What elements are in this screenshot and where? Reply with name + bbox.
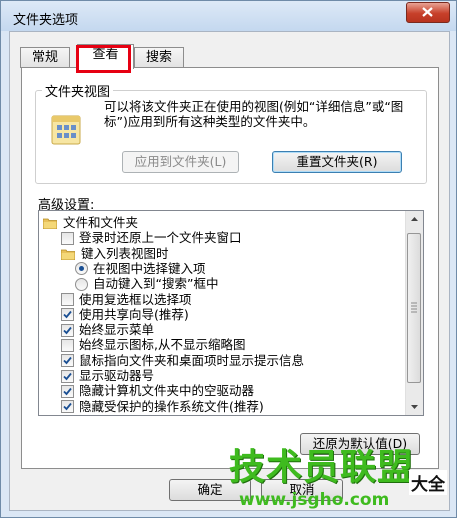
- watermark-suffix: 大全: [409, 470, 447, 495]
- apply-to-folders-button[interactable]: 应用到文件夹(L): [122, 151, 239, 173]
- radio-unselected[interactable]: [75, 277, 88, 291]
- grip-icon: [411, 302, 417, 313]
- tab-search[interactable]: 搜索: [134, 47, 184, 68]
- setting-label: 登录时还原上一个文件夹窗口: [79, 230, 242, 246]
- close-button[interactable]: [406, 2, 450, 23]
- scroll-thumb[interactable]: [407, 233, 421, 383]
- highlight-box: [76, 45, 131, 73]
- advanced-settings-list[interactable]: 文件和文件夹 登录时还原上一个文件夹窗口 键入列表视图时 在视图中选择键入项 自动键入到…: [38, 210, 424, 416]
- setting-item[interactable]: 隐藏计算机文件夹中的空驱动器: [61, 383, 254, 399]
- checkbox-checked[interactable]: [61, 323, 74, 337]
- chevron-up-icon: [411, 217, 418, 221]
- setting-label: 文件和文件夹: [63, 215, 139, 230]
- scrollbar[interactable]: [405, 211, 423, 415]
- checkbox-checked[interactable]: [61, 400, 74, 414]
- setting-item[interactable]: 登录时还原上一个文件夹窗口: [61, 230, 242, 246]
- setting-label: 鼠标指向文件夹和桌面项时显示提示信息: [79, 352, 305, 368]
- setting-item[interactable]: 使用共享向导(推荐): [61, 307, 189, 323]
- setting-label: 自动键入到“搜索”框中: [93, 276, 219, 292]
- checkbox-unchecked[interactable]: [61, 338, 74, 352]
- setting-label: 使用共享向导(推荐): [79, 306, 189, 322]
- chevron-down-icon: [411, 405, 418, 409]
- checkbox-checked[interactable]: [61, 369, 74, 383]
- folder-views-group: 文件夹视图 可以将该文件夹正在使用的视图(例如“详细信息”或“图标”)应用到所有…: [35, 81, 427, 184]
- setting-item: 文件和文件夹: [42, 215, 139, 231]
- setting-label: 使用复选框以选择项: [79, 291, 192, 307]
- checkbox-unchecked[interactable]: [61, 231, 74, 245]
- setting-label: 隐藏受保护的操作系统文件(推荐): [79, 398, 264, 414]
- setting-label: 显示驱动器号: [79, 368, 155, 383]
- scroll-down-button[interactable]: [406, 398, 423, 415]
- scroll-up-button[interactable]: [406, 211, 423, 228]
- folder-view-icon: [51, 115, 81, 145]
- setting-item[interactable]: 始终显示菜单: [61, 322, 154, 338]
- setting-item[interactable]: 显示驱动器号: [61, 368, 154, 384]
- watermark-url: www.jsgho.com: [239, 490, 390, 510]
- setting-item[interactable]: 在视图中选择键入项: [75, 261, 206, 277]
- close-icon: [422, 7, 433, 17]
- setting-item: 键入列表视图时: [60, 245, 169, 262]
- tab-general[interactable]: 常规: [20, 47, 70, 68]
- view-tab-panel: 文件夹视图 可以将该文件夹正在使用的视图(例如“详细信息”或“图标”)应用到所有…: [21, 67, 439, 469]
- checkbox-checked[interactable]: [61, 384, 74, 398]
- folder-views-description: 可以将该文件夹正在使用的视图(例如“详细信息”或“图标”)应用到所有这种类型的文…: [104, 99, 404, 129]
- watermark: 技术员联盟 www.jsgho.com 大全: [229, 446, 457, 516]
- setting-label: 键入列表视图时: [81, 245, 169, 261]
- setting-label: 在视图中选择键入项: [93, 260, 206, 276]
- folder-views-title: 文件夹视图: [42, 81, 114, 100]
- title-bar: 文件夹选项: [1, 1, 456, 31]
- setting-item[interactable]: 使用复选框以选择项: [61, 292, 192, 308]
- setting-label: 始终显示菜单: [79, 322, 155, 338]
- window-title: 文件夹选项: [13, 13, 79, 28]
- checkbox-unchecked[interactable]: [61, 293, 74, 306]
- setting-item[interactable]: 始终显示图标,从不显示缩略图: [61, 337, 245, 353]
- folder-icon: [42, 217, 58, 230]
- reset-folders-button[interactable]: 重置文件夹(R): [272, 151, 402, 173]
- folder-icon: [60, 248, 76, 260]
- setting-label: 始终显示图标,从不显示缩略图: [79, 337, 246, 353]
- radio-selected[interactable]: [75, 262, 88, 276]
- setting-item[interactable]: 隐藏受保护的操作系统文件(推荐): [61, 399, 264, 415]
- watermark-title: 技术员联盟: [229, 447, 415, 488]
- setting-item[interactable]: 自动键入到“搜索”框中: [75, 276, 218, 292]
- checkbox-checked[interactable]: [61, 354, 74, 368]
- setting-label: 隐藏计算机文件夹中的空驱动器: [79, 383, 255, 399]
- checkbox-checked[interactable]: [61, 308, 74, 322]
- setting-item[interactable]: 鼠标指向文件夹和桌面项时显示提示信息: [61, 353, 304, 369]
- folder-options-window: 文件夹选项 常规 搜索 查看 文件夹视图 可以将该文件夹正在使用的视图(例如“详…: [0, 0, 457, 518]
